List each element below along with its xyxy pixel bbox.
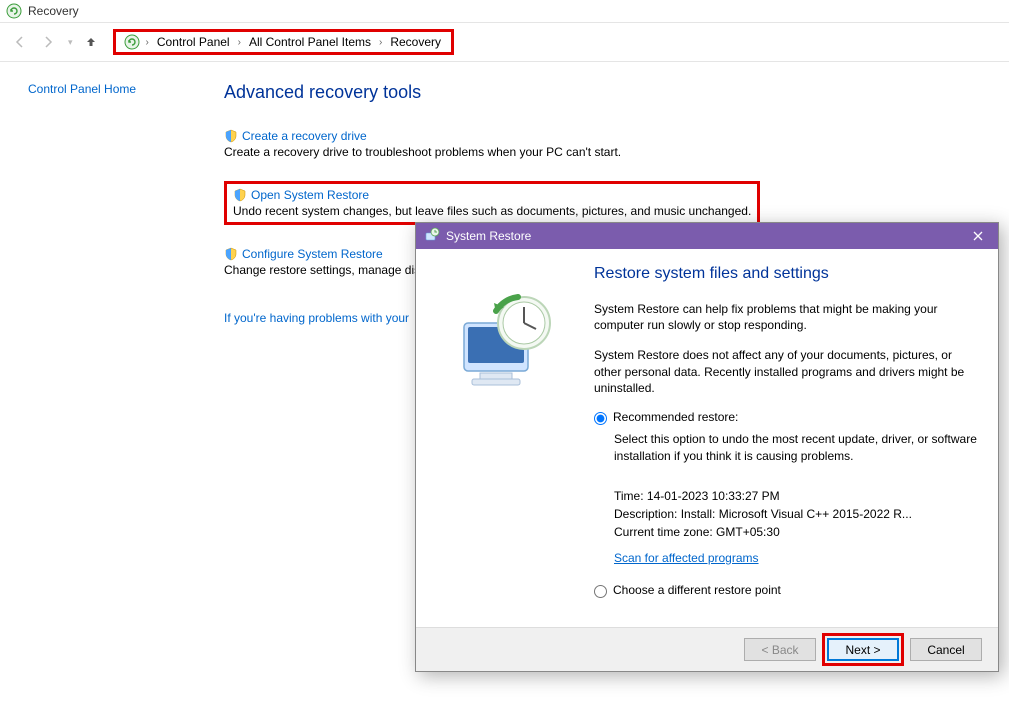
dialog-button-row: < Back Next > Cancel [416, 627, 998, 671]
restore-time: Time: 14-01-2023 10:33:27 PM [614, 489, 978, 503]
dialog-titlebar[interactable]: System Restore [416, 223, 998, 249]
restore-timezone: Current time zone: GMT+05:30 [614, 525, 978, 539]
window-titlebar: Recovery [0, 0, 1009, 22]
cancel-button[interactable]: Cancel [910, 638, 982, 661]
restore-icon [424, 227, 440, 246]
chevron-right-icon: › [375, 37, 386, 48]
radio-label: Recommended restore: [613, 410, 738, 424]
back-button[interactable]: < Back [744, 638, 816, 661]
next-button[interactable]: Next > [827, 638, 899, 661]
recovery-icon [124, 34, 140, 50]
restore-description: Description: Install: Microsoft Visual C… [614, 507, 978, 521]
back-button[interactable] [8, 30, 32, 54]
recommended-restore-radio[interactable]: Recommended restore: [594, 410, 978, 425]
control-panel-home-link[interactable]: Control Panel Home [28, 82, 136, 96]
system-restore-dialog: System Restore Restore system files and … [415, 222, 999, 672]
radio-label: Choose a different restore point [613, 583, 781, 597]
dialog-paragraph: System Restore can help fix problems tha… [594, 301, 978, 333]
configure-system-restore-link[interactable]: Configure System Restore [242, 247, 383, 261]
breadcrumb-item[interactable]: All Control Panel Items [247, 35, 373, 49]
troubleshoot-link[interactable]: If you're having problems with your [224, 311, 409, 325]
highlight-annotation: Next > [822, 633, 904, 666]
breadcrumb-item[interactable]: Control Panel [155, 35, 232, 49]
radio-input[interactable] [594, 585, 607, 598]
radio-input[interactable] [594, 412, 607, 425]
breadcrumb[interactable]: › Control Panel › All Control Panel Item… [113, 29, 455, 55]
forward-button[interactable] [36, 30, 60, 54]
tool-desc: Undo recent system changes, but leave fi… [233, 204, 751, 218]
shield-icon [224, 247, 238, 261]
dialog-title-text: System Restore [446, 229, 531, 243]
close-button[interactable] [966, 225, 990, 247]
nav-toolbar: ▾ › Control Panel › All Control Panel It… [0, 22, 1009, 62]
tool-create-recovery-drive: Create a recovery drive Create a recover… [224, 129, 960, 159]
highlight-annotation: Open System Restore Undo recent system c… [224, 181, 760, 225]
breadcrumb-item[interactable]: Recovery [388, 35, 443, 49]
chevron-right-icon: › [234, 37, 245, 48]
tool-open-system-restore: Open System Restore Undo recent system c… [224, 181, 960, 225]
dialog-heading: Restore system files and settings [594, 265, 978, 283]
dialog-hero-icon [436, 265, 576, 627]
window-title: Recovery [28, 4, 79, 18]
recent-dropdown-icon[interactable]: ▾ [64, 37, 77, 48]
dialog-paragraph: System Restore does not affect any of yo… [594, 347, 978, 396]
create-recovery-drive-link[interactable]: Create a recovery drive [242, 129, 367, 143]
scan-affected-programs-link[interactable]: Scan for affected programs [614, 551, 759, 565]
different-restore-radio[interactable]: Choose a different restore point [594, 583, 978, 598]
up-button[interactable] [81, 32, 101, 52]
sidebar: Control Panel Home [0, 82, 200, 325]
recovery-icon [6, 3, 22, 19]
recommended-desc: Select this option to undo the most rece… [614, 431, 978, 465]
shield-icon [224, 129, 238, 143]
open-system-restore-link[interactable]: Open System Restore [251, 188, 369, 202]
shield-icon [233, 188, 247, 202]
chevron-right-icon: › [142, 37, 153, 48]
tool-desc: Create a recovery drive to troubleshoot … [224, 145, 960, 159]
page-title: Advanced recovery tools [224, 82, 960, 103]
